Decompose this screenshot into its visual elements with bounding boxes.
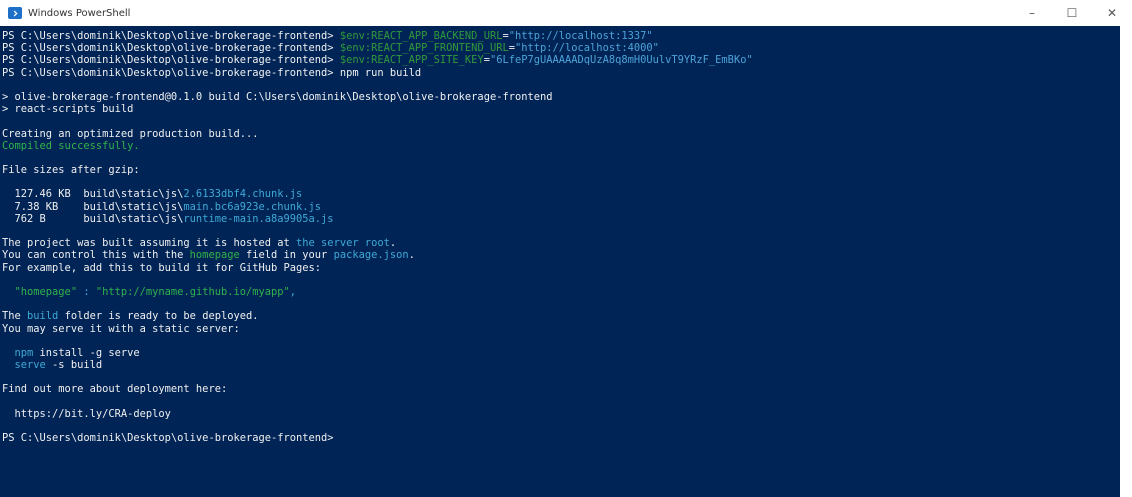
terminal-line: The project was built assuming it is hos…: [2, 237, 1120, 249]
terminal-text: runtime-main.a8a9905a.js: [183, 212, 334, 225]
terminal-text: 7.38 KB build\static\js\: [2, 200, 184, 213]
terminal-line: PS C:\Users\dominik\Desktop\olive-broker…: [2, 42, 1120, 54]
terminal-text: Creating an optimized production build..…: [2, 127, 259, 140]
terminal-text: the server root: [296, 237, 390, 250]
terminal-text: npm: [14, 346, 34, 359]
terminal-text: > react-scripts build: [2, 103, 134, 116]
scrollbar[interactable]: [1120, 26, 1132, 497]
terminal-line: PS C:\Users\dominik\Desktop\olive-broker…: [2, 30, 1120, 42]
terminal-text: $env:REACT_APP_BACKEND_URL: [339, 30, 503, 42]
terminal-text: "http://localhost:1337": [508, 30, 653, 42]
terminal-text: .: [389, 237, 397, 250]
terminal-text: -s build: [45, 359, 103, 372]
terminal-text: > olive-brokerage-frontend@0.1.0 build C…: [2, 90, 553, 103]
terminal-text: For example, add this to build it for Gi…: [2, 261, 322, 274]
terminal-text: The: [2, 310, 28, 323]
terminal-text: PS C:\Users\dominik\Desktop\olive-broker…: [2, 42, 340, 55]
terminal-line: > react-scripts build: [2, 103, 1120, 115]
terminal-line: serve -s build: [2, 359, 1120, 371]
terminal-text: serve: [14, 359, 46, 372]
close-button[interactable]: ✕: [1092, 0, 1132, 26]
terminal-text: build: [27, 310, 59, 323]
terminal-text: "6LfeP7gUAAAAADqUzA8q8mH0UulvT9YRzF_EmBK…: [489, 54, 753, 67]
terminal-text: PS C:\Users\dominik\Desktop\olive-broker…: [2, 54, 340, 67]
powershell-window: Windows PowerShell – ☐ ✕ PS C:\Users\dom…: [0, 0, 1132, 497]
terminal-text: Compiled successfully.: [2, 139, 140, 152]
terminal-line: Creating an optimized production build..…: [2, 128, 1120, 140]
terminal-text: npm run build: [339, 66, 422, 79]
terminal-text: $env:REACT_APP_SITE_KEY: [339, 54, 484, 67]
terminal-text: You can control this with the: [2, 249, 190, 262]
terminal-line: The build folder is ready to be deployed…: [2, 310, 1120, 322]
terminal-line: https://bit.ly/CRA-deploy: [2, 408, 1120, 420]
terminal-line: > olive-brokerage-frontend@0.1.0 build C…: [2, 91, 1120, 103]
terminal-line: Find out more about deployment here:: [2, 383, 1120, 395]
terminal-text: 2.6133dbf4.chunk.js: [183, 188, 303, 201]
terminal-line: PS C:\Users\dominik\Desktop\olive-broker…: [2, 67, 1120, 79]
title-bar[interactable]: Windows PowerShell – ☐ ✕: [0, 0, 1132, 26]
terminal-line: You can control this with the homepage f…: [2, 249, 1120, 261]
window-title: Windows PowerShell: [28, 7, 131, 19]
terminal-text: PS C:\Users\dominik\Desktop\olive-broker…: [2, 432, 334, 445]
terminal-text: "http://localhost:4000": [514, 42, 659, 55]
terminal-text: field in your: [239, 249, 334, 262]
terminal-text: install -g serve: [33, 346, 140, 359]
terminal-line: npm install -g serve: [2, 347, 1120, 359]
terminal-text: "http://myname.github.io/myapp": [95, 285, 290, 298]
terminal-line: 7.38 KB build\static\js\main.bc6a923e.ch…: [2, 201, 1120, 213]
terminal-text: You may serve it with a static server:: [2, 322, 240, 335]
terminal-text: Find out more about deployment here:: [2, 383, 228, 396]
terminal-text: 127.46 KB build\static\js\: [2, 188, 184, 201]
terminal-text: "homepage": [14, 285, 78, 298]
terminal-text: :: [77, 285, 96, 298]
terminal-text: $env:REACT_APP_FRONTEND_URL: [339, 42, 509, 55]
window-controls: – ☐ ✕: [1012, 0, 1132, 26]
terminal-text: ,: [289, 285, 297, 298]
terminal-text: homepage: [189, 249, 240, 262]
terminal-text: folder is ready to be deployed.: [58, 310, 259, 323]
terminal-text: .: [408, 249, 415, 262]
minimize-button[interactable]: –: [1012, 0, 1052, 26]
terminal-line: "homepage" : "http://myname.github.io/my…: [2, 286, 1120, 298]
terminal-text: main.bc6a923e.chunk.js: [183, 200, 322, 213]
terminal-line: File sizes after gzip:: [2, 164, 1120, 176]
terminal-text: package.json: [333, 249, 409, 262]
terminal-line: For example, add this to build it for Gi…: [2, 262, 1120, 274]
terminal-text: PS C:\Users\dominik\Desktop\olive-broker…: [2, 66, 340, 79]
powershell-icon: [8, 7, 22, 19]
terminal-line: PS C:\Users\dominik\Desktop\olive-broker…: [2, 54, 1120, 66]
terminal-line: 762 B build\static\js\runtime-main.a8a99…: [2, 213, 1120, 225]
terminal-text: PS C:\Users\dominik\Desktop\olive-broker…: [2, 30, 340, 42]
maximize-button[interactable]: ☐: [1052, 0, 1092, 26]
terminal-line: 127.46 KB build\static\js\2.6133dbf4.chu…: [2, 188, 1120, 200]
terminal-text: 762 B build\static\js\: [2, 212, 184, 225]
terminal-line: Compiled successfully.: [2, 140, 1120, 152]
terminal-line: You may serve it with a static server:: [2, 323, 1120, 335]
terminal-text: File sizes after gzip:: [2, 164, 140, 177]
terminal-text: The project was built assuming it is hos…: [2, 237, 297, 250]
terminal-line: PS C:\Users\dominik\Desktop\olive-broker…: [2, 432, 1120, 444]
terminal-output[interactable]: PS C:\Users\dominik\Desktop\olive-broker…: [0, 26, 1120, 497]
terminal-text: https://bit.ly/CRA-deploy: [2, 407, 171, 420]
